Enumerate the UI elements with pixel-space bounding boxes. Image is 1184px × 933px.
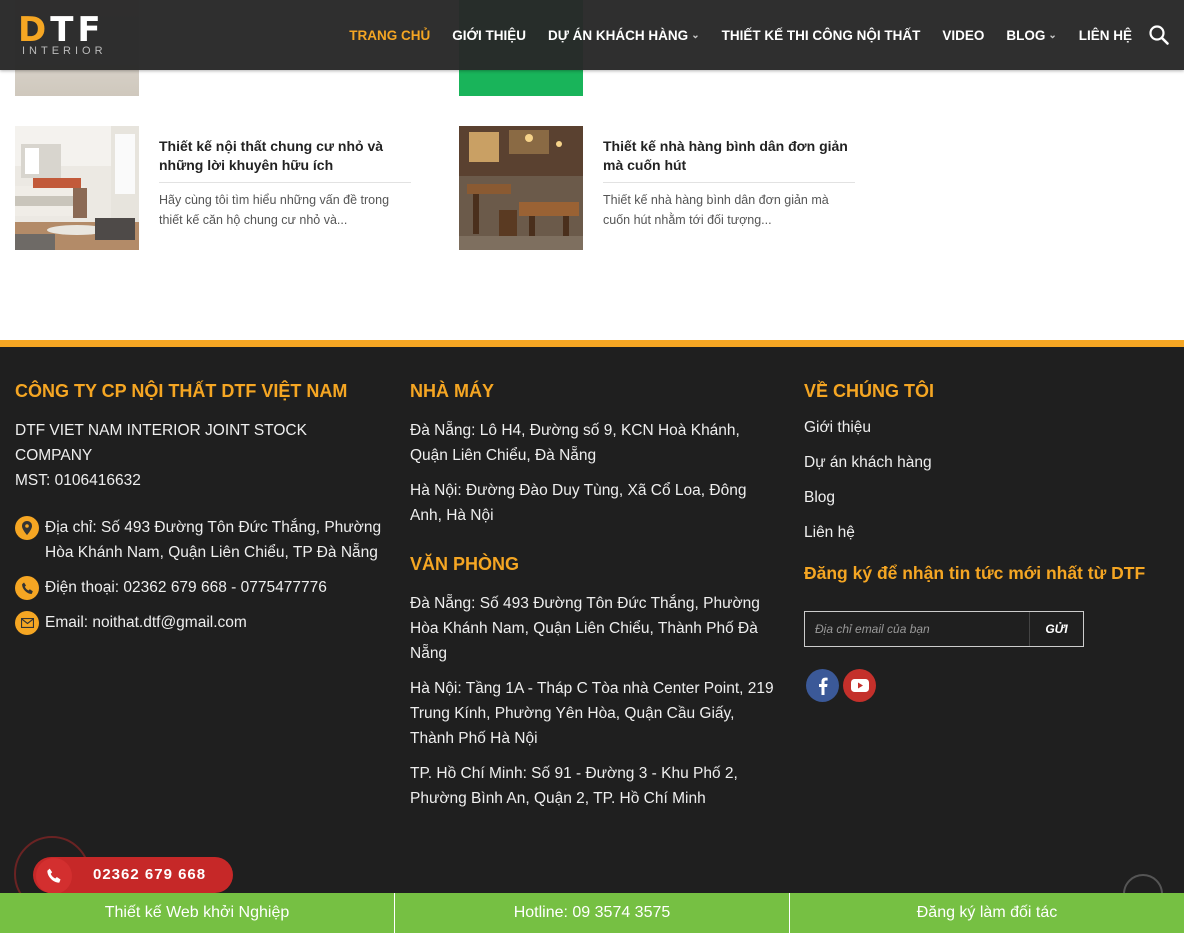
chevron-down-icon: ⌄ bbox=[1048, 29, 1057, 41]
page: { "header": { "logo_main": "DTF", "logo_… bbox=[0, 0, 1184, 933]
social-links bbox=[806, 669, 876, 702]
nav-item-blog[interactable]: BLOG ⌄ bbox=[1006, 28, 1056, 43]
post-card[interactable]: Thiết kế nhà hàng bình dân đơn giản mà c… bbox=[459, 126, 855, 250]
factory-address: Hà Nội: Đường Đào Duy Tùng, Xã Cổ Loa, Đ… bbox=[410, 482, 747, 524]
company-name-en: DTF VIET NAM INTERIOR JOINT STOCK COMPAN… bbox=[15, 422, 307, 464]
logo-rest: TF bbox=[50, 10, 105, 50]
factory-heading: NHÀ MÁY bbox=[410, 381, 494, 401]
post-thumbnail[interactable] bbox=[15, 126, 139, 250]
nav-item-video[interactable]: VIDEO bbox=[942, 28, 984, 43]
hotline-link[interactable]: Hotline: 09 3574 3575 bbox=[395, 893, 790, 933]
company-heading: CÔNG TY CP NỘI THẤT DTF VIỆT NAM bbox=[15, 381, 348, 401]
site-header: DTF INTERIOR TRANG CHỦ GIỚI THIỆU DỰ ÁN … bbox=[0, 0, 1184, 70]
chevron-down-icon: ⌄ bbox=[691, 29, 700, 41]
address-row: Địa chỉ: Số 493 Đường Tôn Đức Thắng, Phư… bbox=[15, 515, 385, 565]
footer-link-projects[interactable]: Dự án khách hàng bbox=[804, 453, 1164, 473]
factory-address: Đà Nẵng: Lô H4, Đường số 9, KCN Hoà Khán… bbox=[410, 422, 740, 464]
phone-icon[interactable] bbox=[36, 858, 72, 894]
nav-label: THIẾT KẾ THI CÔNG NỘI THẤT bbox=[721, 27, 921, 43]
office-address: TP. Hồ Chí Minh: Số 91 - Đường 3 - Khu P… bbox=[410, 765, 738, 807]
submit-button[interactable]: GỬI bbox=[1029, 612, 1083, 646]
about-links: Giới thiệu Dự án khách hàng Blog Liên hệ bbox=[804, 418, 1164, 543]
company-tax-code: MST: 0106416632 bbox=[15, 472, 141, 489]
company-address: Địa chỉ: Số 493 Đường Tôn Đức Thắng, Phư… bbox=[45, 519, 382, 561]
nav-label: BLOG bbox=[1006, 27, 1046, 43]
post-excerpt: Thiết kế nhà hàng bình dân đơn giản mà c… bbox=[603, 193, 829, 227]
subscribe-heading: Đăng ký để nhận tin tức mới nhất từ DTF bbox=[804, 563, 1146, 583]
hotline-number: 02362 679 668 bbox=[93, 866, 207, 883]
partner-signup-link[interactable]: Đăng ký làm đối tác bbox=[790, 893, 1184, 933]
post-divider bbox=[159, 182, 411, 183]
footer-link-contact[interactable]: Liên hệ bbox=[804, 523, 1164, 543]
map-pin-icon bbox=[15, 516, 39, 540]
nav-item-contact[interactable]: LIÊN HỆ bbox=[1079, 28, 1132, 43]
footer-link-about[interactable]: Giới thiệu bbox=[804, 418, 1164, 438]
bottom-action-bar: Thiết kế Web khởi Nghiệp Hotline: 09 357… bbox=[0, 893, 1184, 933]
nav-item-home[interactable]: TRANG CHỦ bbox=[349, 28, 430, 43]
post-card[interactable]: Thiết kế nội thất chung cư nhỏ và những … bbox=[15, 126, 411, 250]
logo-subtitle: INTERIOR bbox=[22, 45, 107, 57]
post-title[interactable]: Thiết kế nội thất chung cư nhỏ và những … bbox=[159, 137, 411, 175]
site-footer: CÔNG TY CP NỘI THẤT DTF VIỆT NAM DTF VIE… bbox=[0, 340, 1184, 900]
office-heading: VĂN PHÒNG bbox=[410, 554, 520, 574]
office-address: Hà Nội: Tầng 1A - Tháp C Tòa nhà Center … bbox=[410, 680, 774, 747]
phone-row: Điện thoại: 02362 679 668 - 0775477776 bbox=[15, 575, 385, 600]
email-row: Email: noithat.dtf@gmail.com bbox=[15, 610, 385, 635]
about-heading: VỀ CHÚNG TÔI bbox=[804, 381, 935, 401]
office-address: Đà Nẵng: Số 493 Đường Tôn Đức Thắng, Phư… bbox=[410, 595, 760, 662]
nav-label: VIDEO bbox=[942, 27, 985, 43]
footer-company-column: CÔNG TY CP NỘI THẤT DTF VIỆT NAM DTF VIE… bbox=[15, 381, 385, 635]
post-thumbnail[interactable] bbox=[459, 126, 583, 250]
youtube-icon[interactable] bbox=[843, 669, 876, 702]
main-nav: TRANG CHỦ GIỚI THIỆU DỰ ÁN KHÁCH HÀNG ⌄ T… bbox=[349, 0, 1132, 70]
nav-label: TRANG CHỦ bbox=[349, 27, 431, 43]
footer-locations-column: NHÀ MÁY Đà Nẵng: Lô H4, Đường số 9, KCN … bbox=[410, 381, 780, 821]
email-input[interactable] bbox=[805, 612, 1029, 646]
nav-item-about[interactable]: GIỚI THIỆU bbox=[452, 28, 526, 43]
post-excerpt: Hãy cùng tôi tìm hiểu những vấn đề trong… bbox=[159, 193, 390, 227]
nav-item-design[interactable]: THIẾT KẾ THI CÔNG NỘI THẤT bbox=[722, 28, 921, 43]
company-phone[interactable]: Điện thoại: 02362 679 668 - 0775477776 bbox=[45, 575, 327, 600]
post-divider bbox=[603, 182, 855, 183]
nav-label: DỰ ÁN KHÁCH HÀNG bbox=[547, 27, 689, 43]
nav-item-projects[interactable]: DỰ ÁN KHÁCH HÀNG ⌄ bbox=[548, 28, 700, 43]
company-email[interactable]: Email: noithat.dtf@gmail.com bbox=[45, 610, 247, 635]
subscribe-form: GỬI bbox=[804, 611, 1084, 647]
phone-icon bbox=[15, 576, 39, 600]
footer-about-column: VỀ CHÚNG TÔI Giới thiệu Dự án khách hàng… bbox=[804, 381, 1164, 702]
footer-link-blog[interactable]: Blog bbox=[804, 488, 1164, 508]
search-icon[interactable] bbox=[1148, 24, 1170, 46]
nav-label: GIỚI THIỆU bbox=[452, 27, 526, 43]
web-design-link[interactable]: Thiết kế Web khởi Nghiệp bbox=[0, 893, 395, 933]
facebook-icon[interactable] bbox=[806, 669, 839, 702]
nav-label: LIÊN HỆ bbox=[1078, 27, 1132, 43]
dtf-logo[interactable]: DTF INTERIOR bbox=[18, 10, 114, 60]
post-title[interactable]: Thiết kế nhà hàng bình dân đơn giản mà c… bbox=[603, 137, 855, 175]
email-icon bbox=[15, 611, 39, 635]
